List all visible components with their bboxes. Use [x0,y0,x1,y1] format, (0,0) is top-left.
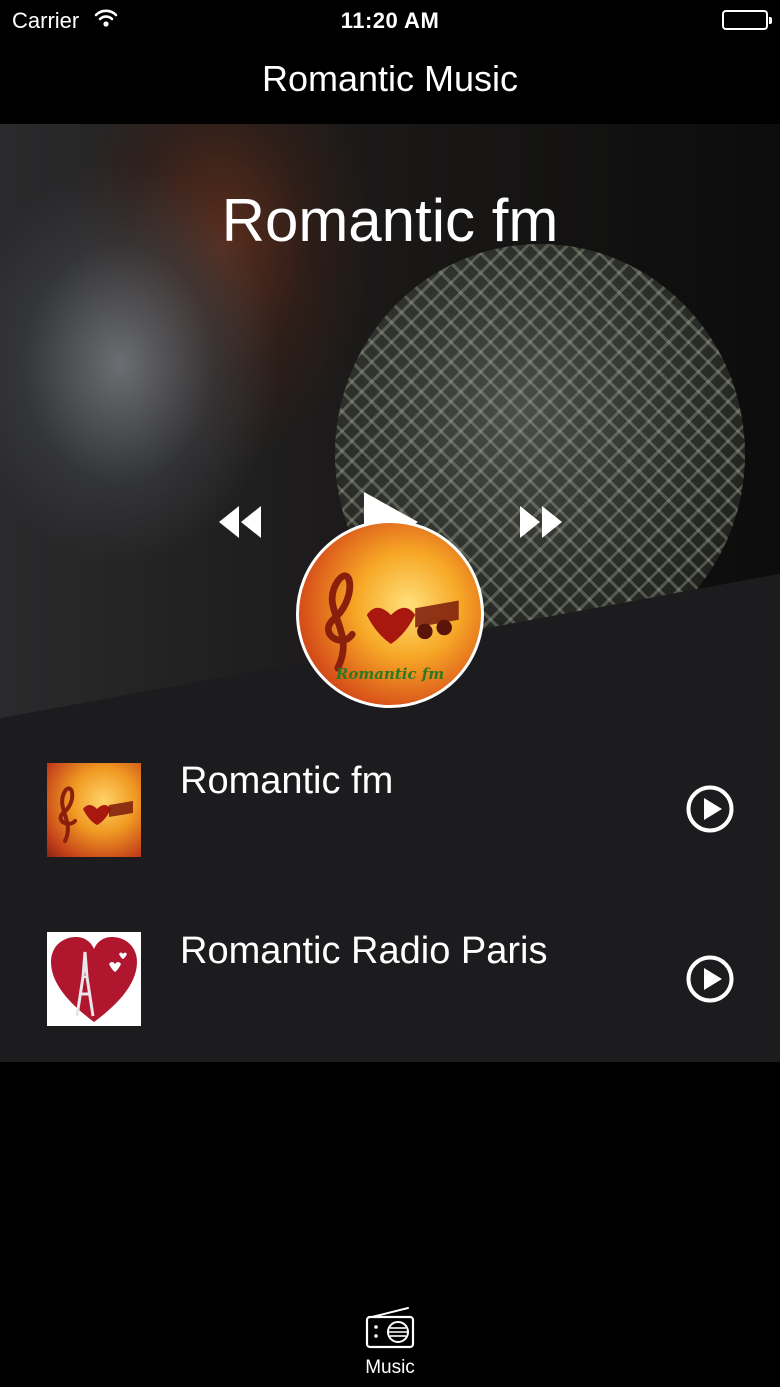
play-circle-icon[interactable] [686,785,734,833]
station-list: Romantic fm Romantic Radio Paris [0,724,780,1062]
romantic-radio-paris-thumbnail [47,932,141,1026]
status-bar: Carrier 11:20 AM [0,0,780,40]
clock: 11:20 AM [340,8,440,33]
station-row-romantic-fm[interactable]: Romantic fm [0,724,780,894]
artwork-caption: Romantic fm [335,665,445,683]
station-row-romantic-radio-paris[interactable]: Romantic Radio Paris [0,894,780,1064]
rewind-icon [219,506,261,538]
radio-icon [364,1305,416,1356]
station-artwork: Romantic fm [296,520,484,708]
page-title: Romantic Music [261,58,519,99]
tab-bar: Music [0,1290,780,1387]
fast-forward-icon [520,506,562,538]
navigation-bar: Romantic Music [0,40,780,124]
rewind-button[interactable] [217,504,263,540]
station-name: Romantic Radio Paris [180,930,548,972]
tab-music[interactable]: Music [340,1302,440,1382]
station-name: Romantic fm [180,760,394,802]
romantic-fm-thumbnail [47,763,141,857]
play-circle-icon[interactable] [686,955,734,1003]
now-playing-title: Romantic fm [221,187,559,254]
tab-label: Music [365,1357,415,1378]
battery-icon [722,10,772,30]
fast-forward-button[interactable] [518,504,564,540]
